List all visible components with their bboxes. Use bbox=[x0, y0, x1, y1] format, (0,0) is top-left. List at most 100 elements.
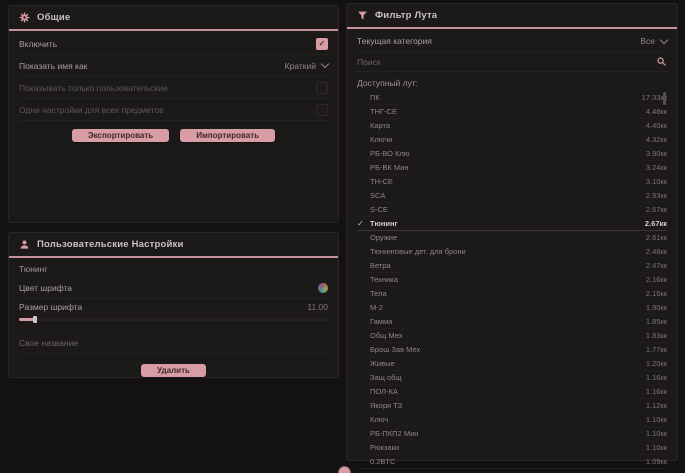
loot-item-name: ПОЛ-КА bbox=[370, 387, 646, 396]
loot-item-row[interactable]: Живые1.20кк bbox=[357, 357, 667, 371]
loot-item-name: 0.2BTC bbox=[370, 457, 646, 466]
chevron-down-icon bbox=[321, 60, 329, 68]
loot-item-row[interactable]: Техника2.16кк bbox=[357, 273, 667, 287]
loot-item-row[interactable]: Оружие2.61кк bbox=[357, 231, 667, 245]
slider-track[interactable] bbox=[19, 318, 328, 321]
category-value: Все bbox=[640, 36, 655, 46]
only-custom-checkbox[interactable] bbox=[316, 82, 328, 94]
loot-item-value: 2.93кк bbox=[646, 191, 667, 200]
loot-item-row[interactable]: Рюкзаки1.10кк bbox=[357, 441, 667, 455]
loot-item-name: Гамма bbox=[370, 317, 646, 326]
loot-item-name: Ключ bbox=[370, 415, 646, 424]
user-icon bbox=[19, 239, 30, 250]
loot-item-name: ТН-СЕ bbox=[370, 177, 646, 186]
font-size-slider[interactable] bbox=[19, 315, 328, 326]
loot-item-row[interactable]: Защ общ1.16кк bbox=[357, 371, 667, 385]
loot-item-row[interactable]: М-21.90кк bbox=[357, 301, 667, 315]
search-icon[interactable] bbox=[656, 56, 667, 67]
loot-item-name: Якоря ТЗ bbox=[370, 401, 646, 410]
loot-item-name: Оружие bbox=[370, 233, 646, 242]
loot-item-name: Техника bbox=[370, 275, 646, 284]
loot-item-name: Защ общ bbox=[370, 373, 646, 382]
check-icon: ✓ bbox=[357, 219, 370, 229]
name-display-value: Краткий bbox=[285, 61, 316, 71]
loot-item-row[interactable]: Ветра2.47кк bbox=[357, 259, 667, 273]
loot-item-row[interactable]: РБ-ПКП2 Мин1.10кк bbox=[357, 427, 667, 441]
loot-item-row[interactable]: 0.2BTC1.09кк bbox=[357, 455, 667, 469]
window-drag-handle[interactable] bbox=[338, 466, 351, 473]
loot-filter-title: Фильтр Лута bbox=[375, 10, 437, 21]
loot-item-name: М-2 bbox=[370, 303, 646, 312]
loot-item-row[interactable]: ТНГ-СЕ4.48кк bbox=[357, 105, 667, 119]
loot-list: ПК17.33ккТНГ-СЕ4.48ккКарта4.40ккКлючи4.3… bbox=[357, 91, 667, 473]
general-panel: Общие Включить ✓ Показать имя как Кратки… bbox=[8, 5, 339, 223]
category-row: Текущая категория Все bbox=[357, 31, 667, 52]
loot-item-name: Карта bbox=[370, 121, 646, 130]
loot-item-row[interactable]: Тела2.15кк bbox=[357, 287, 667, 301]
loot-item-row[interactable]: Общ Мех1.83кк bbox=[357, 329, 667, 343]
loot-item-row[interactable]: Гамма1.85кк bbox=[357, 315, 667, 329]
loot-item-value: 1.85кк bbox=[646, 317, 667, 326]
loot-item-name: Тюнинговые дет. для брони bbox=[370, 247, 646, 256]
loot-item-row[interactable]: S-СЕ2.67кк bbox=[357, 203, 667, 217]
loot-item-row[interactable]: Тюнинговые дет. для брони2.48кк bbox=[357, 245, 667, 259]
enable-checkbox[interactable]: ✓ bbox=[316, 38, 328, 50]
loot-item-row[interactable]: Ключ1.10кк bbox=[357, 413, 667, 427]
loot-item-name: Ветра bbox=[370, 261, 646, 270]
enable-label: Включить bbox=[19, 39, 57, 49]
user-settings-title: Пользовательские Настройки bbox=[37, 239, 184, 250]
scrollbar-thumb[interactable] bbox=[663, 92, 666, 105]
loot-item-row[interactable]: Ключи4.32кк bbox=[357, 133, 667, 147]
loot-item-value: 3.24кк bbox=[646, 163, 667, 172]
loot-item-value: 1.12кк bbox=[646, 401, 667, 410]
general-panel-body: Включить ✓ Показать имя как Краткий Пока… bbox=[9, 31, 338, 142]
loot-item-value: 1.16кк bbox=[646, 373, 667, 382]
loot-item-row[interactable]: SCA2.93кк bbox=[357, 189, 667, 203]
name-display-label: Показать имя как bbox=[19, 61, 87, 71]
loot-item-name: ТНГ-СЕ bbox=[370, 107, 646, 116]
check-icon: ✓ bbox=[319, 40, 326, 48]
export-button[interactable]: Экспортировать bbox=[72, 129, 169, 142]
name-display-dropdown[interactable]: Краткий bbox=[285, 61, 328, 71]
chevron-down-icon bbox=[660, 35, 668, 43]
name-display-row: Показать имя как Краткий bbox=[19, 55, 328, 77]
same-settings-checkbox[interactable] bbox=[316, 104, 328, 116]
slider-thumb[interactable] bbox=[33, 316, 37, 323]
loot-item-row[interactable]: GSPT1.00кк bbox=[357, 469, 667, 473]
same-settings-row: Одни настройки для всех предметов bbox=[19, 99, 328, 121]
loot-item-row[interactable]: ПОЛ-КА1.16кк bbox=[357, 385, 667, 399]
available-loot-label: Доступный лут: bbox=[357, 78, 418, 88]
loot-item-row[interactable]: ПК17.33кк bbox=[357, 91, 667, 105]
category-dropdown[interactable]: Все bbox=[640, 36, 667, 46]
loot-item-row[interactable]: ✓Тюнинг2.67кк bbox=[357, 217, 667, 231]
loot-item-row[interactable]: Якоря ТЗ1.12кк bbox=[357, 399, 667, 413]
loot-item-value: 1.10кк bbox=[646, 443, 667, 452]
loot-item-name: РБ-ПКП2 Мин bbox=[370, 429, 646, 438]
search-row bbox=[357, 52, 667, 72]
category-label: Текущая категория bbox=[357, 36, 432, 46]
delete-button[interactable]: Удалить bbox=[141, 364, 206, 377]
general-panel-header: Общие bbox=[9, 6, 338, 31]
loot-item-name: ПК bbox=[370, 93, 642, 102]
loot-filter-header: Фильтр Лута bbox=[347, 4, 677, 29]
loot-item-value: 2.67кк bbox=[646, 205, 667, 214]
enable-row: Включить ✓ bbox=[19, 33, 328, 55]
loot-item-row[interactable]: РБ-ВО Клю3.90кк bbox=[357, 147, 667, 161]
selected-item-row: Тюнинг bbox=[19, 260, 328, 277]
loot-item-name: Тела bbox=[370, 289, 646, 298]
import-button[interactable]: Импортировать bbox=[180, 129, 275, 142]
font-color-label: Цвет шрифта bbox=[19, 283, 72, 293]
loot-item-name: Рюкзаки bbox=[370, 443, 646, 452]
color-wheel-icon[interactable] bbox=[318, 283, 328, 293]
custom-name-input[interactable] bbox=[19, 338, 328, 348]
user-settings-body: Тюнинг Цвет шрифта Размер шрифта 11.00 У… bbox=[9, 258, 338, 377]
loot-item-value: 1.09кк bbox=[646, 457, 667, 466]
loot-item-row[interactable]: Брош Зав Мех1.77кк bbox=[357, 343, 667, 357]
loot-item-row[interactable]: ТН-СЕ3.10кк bbox=[357, 175, 667, 189]
loot-item-row[interactable]: РБ-ВК Мин3.24кк bbox=[357, 161, 667, 175]
search-input[interactable] bbox=[357, 57, 656, 67]
loot-item-row[interactable]: Карта4.40кк bbox=[357, 119, 667, 133]
same-settings-label: Одни настройки для всех предметов bbox=[19, 105, 164, 115]
loot-item-name: Ключи bbox=[370, 135, 646, 144]
loot-item-value: 2.16кк bbox=[646, 275, 667, 284]
